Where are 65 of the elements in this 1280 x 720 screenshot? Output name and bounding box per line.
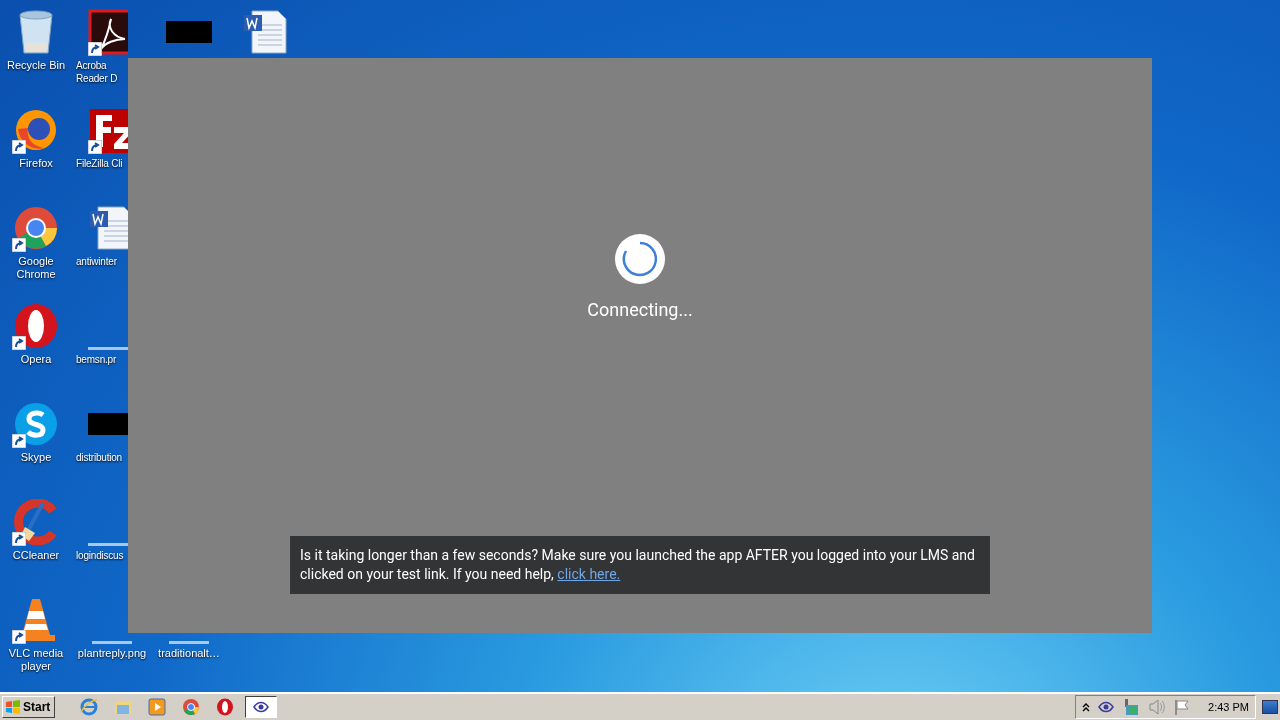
- active-taskbar-button[interactable]: [245, 696, 278, 718]
- desktop-icon[interactable]: [12, 204, 60, 252]
- desktop-icon-label[interactable]: plantreply.png: [77, 647, 147, 660]
- redaction-icon: [88, 413, 128, 435]
- desktop-icon[interactable]: [12, 302, 60, 350]
- desktop-icon-label[interactable]: logindiscus: [76, 549, 124, 562]
- filezilla-icon: [88, 107, 128, 153]
- clock[interactable]: 2:43 PM: [1208, 701, 1249, 713]
- chrome-icon: [13, 205, 59, 251]
- recycle-bin-icon: [16, 9, 56, 55]
- icon-edge: [88, 347, 128, 350]
- desktop-icon-label[interactable]: distribution: [76, 451, 122, 464]
- shortcut-arrow-icon: [12, 532, 26, 546]
- word-document-icon: [242, 9, 288, 55]
- desktop-icon-label[interactable]: antiwinter: [76, 255, 117, 268]
- icon-edge: [169, 641, 209, 644]
- shortcut-arrow-icon: [12, 238, 26, 252]
- icon-edge: [88, 543, 128, 546]
- network-icon[interactable]: [1122, 698, 1141, 716]
- acrobat-icon: [88, 9, 128, 55]
- desktop-icon-label[interactable]: CCleaner: [12, 549, 60, 562]
- desktop-icon-label[interactable]: traditionalt…: [158, 647, 220, 660]
- desktop-icon-label[interactable]: VLC media player: [0, 647, 74, 673]
- eye-icon[interactable]: [1098, 701, 1115, 713]
- opera-icon: [216, 698, 235, 716]
- desktop-icon-label[interactable]: Skype: [20, 451, 52, 464]
- desktop-icon[interactable]: [241, 8, 289, 56]
- desktop-icon[interactable]: [12, 498, 60, 546]
- shortcut-arrow-icon: [12, 630, 26, 644]
- desktop-icon-label[interactable]: FileZilla Cli: [76, 157, 123, 170]
- shortcut-arrow-icon: [88, 42, 102, 56]
- desktop-icon-label[interactable]: Acroba Reader D: [76, 59, 118, 85]
- flag-icon[interactable]: [1174, 699, 1191, 715]
- firefox-icon: [13, 107, 59, 153]
- chrome-icon: [182, 698, 201, 716]
- icon-edge: [92, 641, 132, 644]
- media-player-icon: [148, 698, 167, 716]
- chevron-up-icon[interactable]: [1082, 702, 1091, 712]
- internet-explorer-icon: [80, 698, 99, 716]
- connecting-status: Connecting...: [587, 299, 693, 320]
- desktop-icon[interactable]: [88, 8, 128, 56]
- desktop-icon-label[interactable]: Firefox: [19, 157, 53, 170]
- shortcut-arrow-icon: [88, 140, 102, 154]
- opera-icon: [13, 303, 59, 349]
- show-desktop-button[interactable]: [1262, 700, 1278, 714]
- redaction-icon: [166, 21, 212, 43]
- windows-logo-icon: [5, 700, 21, 714]
- desktop-icon[interactable]: [88, 204, 128, 252]
- ccleaner-icon: [13, 499, 59, 545]
- help-message: Is it taking longer than a few seconds? Make sure you launched the app AFTER you logged into your LMS and clicked on your test link. If you need help, click here.: [290, 536, 990, 594]
- eye-icon: [253, 701, 270, 713]
- shortcut-arrow-icon: [12, 140, 26, 154]
- desktop-icon-label[interactable]: Recycle Bin: [6, 59, 66, 72]
- desktop-icon[interactable]: [12, 400, 60, 448]
- desktop-icon-label[interactable]: bemsn.pr: [76, 353, 117, 366]
- skype-icon: [13, 401, 59, 447]
- desktop-icon[interactable]: [88, 106, 128, 154]
- help-link[interactable]: click here.: [557, 566, 621, 582]
- word-document-icon: [88, 205, 128, 251]
- desktop-icon-label[interactable]: Opera: [20, 353, 52, 366]
- desktop-icon-label[interactable]: Google Chrome: [0, 255, 74, 281]
- shortcut-arrow-icon: [12, 336, 26, 350]
- start-button[interactable]: Start: [2, 696, 56, 718]
- loading-spinner-icon: [614, 233, 666, 285]
- shortcut-arrow-icon: [12, 434, 26, 448]
